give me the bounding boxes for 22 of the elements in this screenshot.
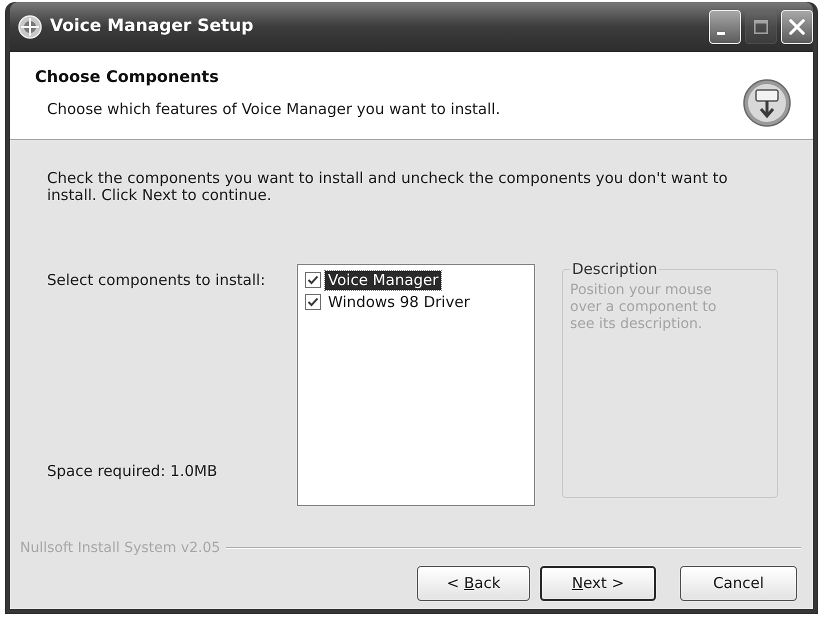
page-subtitle: Choose which features of Voice Manager you want to install. [47,99,500,120]
minimize-icon [717,32,725,34]
instructions-text: Check the components you want to install and uncheck the components you don't want to install. Click Next to continue. [47,170,729,204]
branding-text: Nullsoft Install System v2.05 [20,538,220,558]
group-title: Description [571,259,658,280]
back-button[interactable]: < Back [417,566,530,601]
close-button[interactable] [781,10,813,44]
space-required-text: Space required: 1.0MB [47,460,218,482]
window-title: Voice Manager Setup [50,15,254,38]
close-icon [789,19,805,35]
page-title: Choose Components [35,66,219,88]
maximize-icon [754,20,768,34]
description-text: Position your mouse over a component to see its description. [570,282,718,332]
list-item[interactable]: Windows 98 Driver [325,292,473,312]
next-button[interactable]: Next > [540,566,656,601]
app-icon [18,15,42,39]
select-label: Select components to install: [47,270,266,291]
checkbox[interactable] [305,294,321,310]
checkbox[interactable] [305,272,321,288]
cancel-button[interactable]: Cancel [680,566,797,601]
list-item[interactable]: Voice Manager [325,270,442,290]
minimize-button[interactable] [709,10,741,44]
